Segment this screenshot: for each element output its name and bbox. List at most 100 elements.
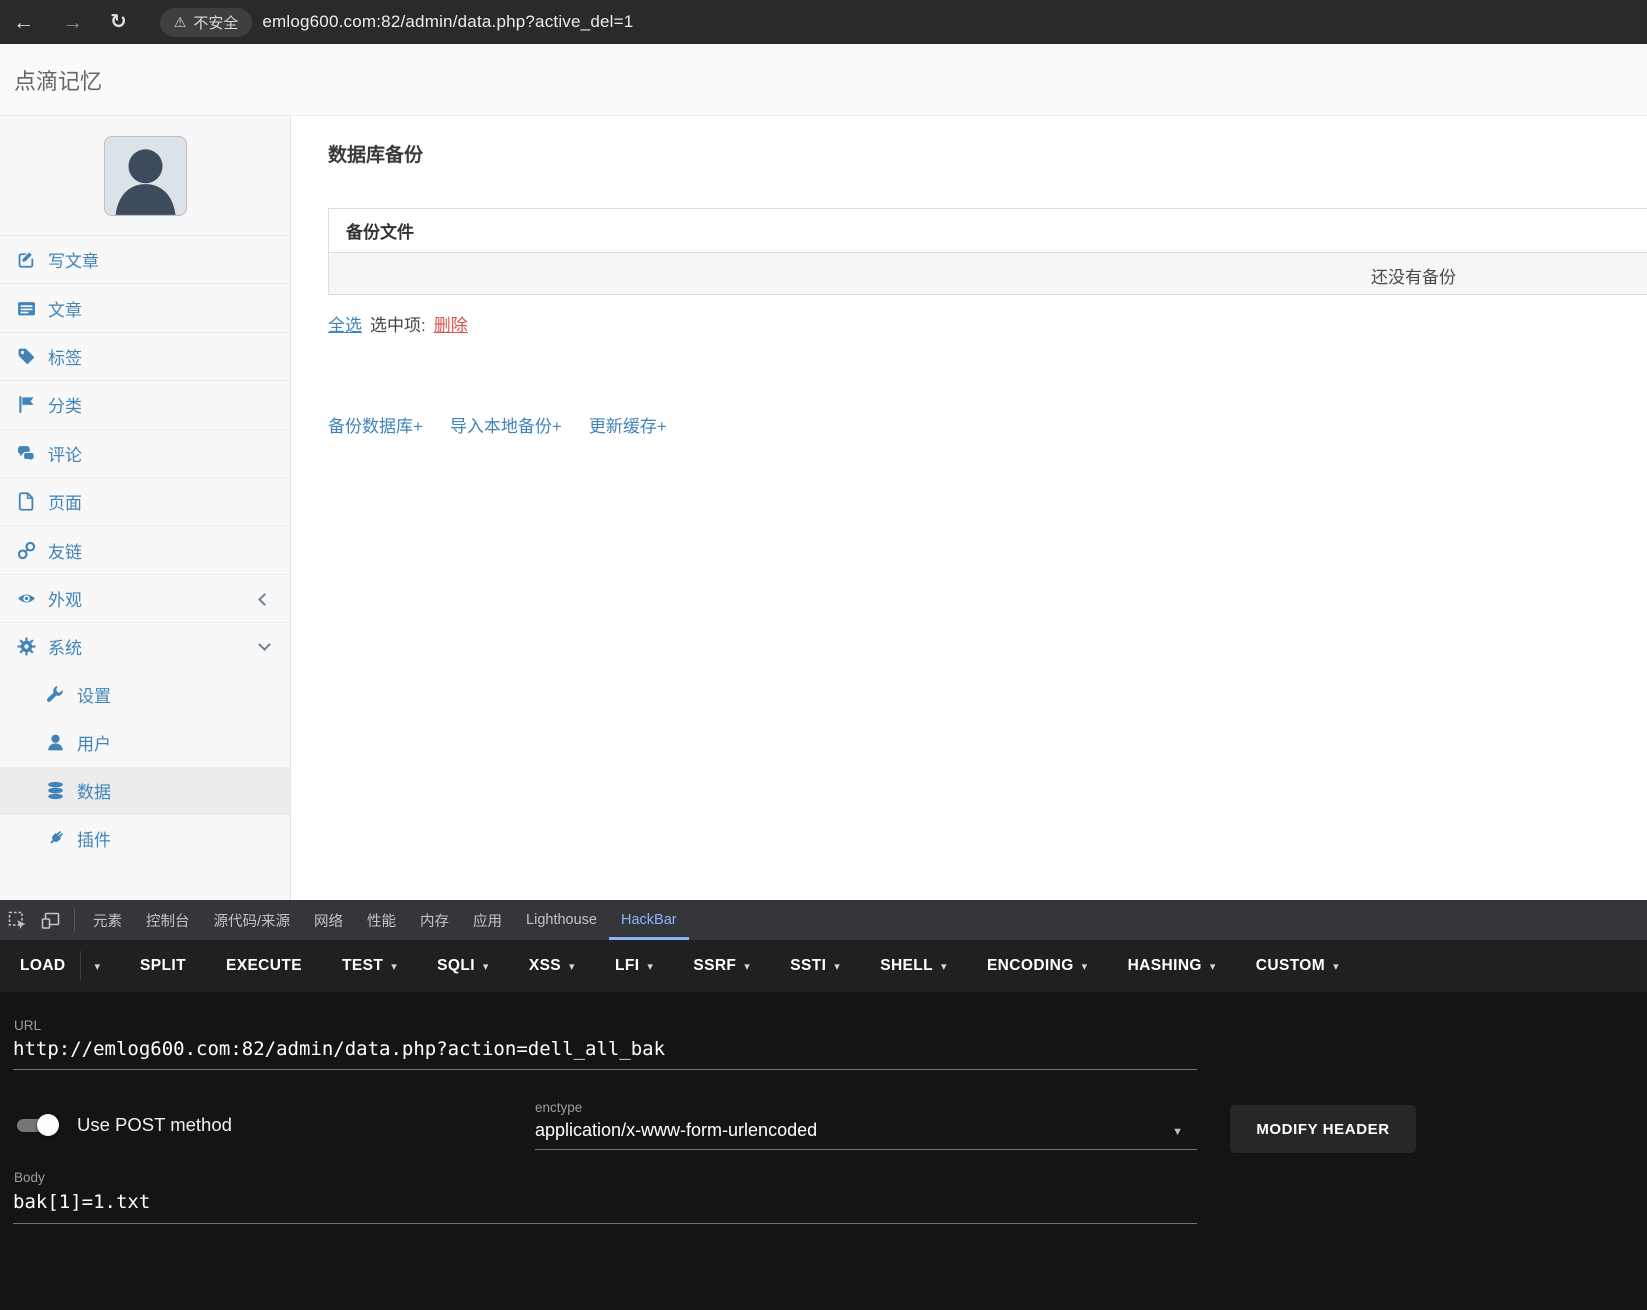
tab-sources[interactable]: 源代码/来源: [202, 900, 303, 940]
back-icon[interactable]: ←: [13, 12, 34, 33]
caret-down-icon[interactable]: ▾: [95, 960, 101, 973]
sidebar-item-pages[interactable]: 页面: [0, 476, 290, 525]
page-icon: [15, 492, 37, 511]
use-post-toggle[interactable]: [14, 1112, 60, 1138]
sidebar-subitem-plugins[interactable]: 插件: [0, 815, 290, 863]
modify-header-button[interactable]: MODIFY HEADER: [1230, 1105, 1416, 1153]
menu-custom[interactable]: CUSTOM ▾: [1256, 957, 1339, 975]
menu-lfi[interactable]: LFI ▾: [615, 957, 653, 975]
sidebar-item-appearance[interactable]: 外观: [0, 573, 290, 622]
menu-ssrf[interactable]: SSRF ▾: [693, 957, 750, 975]
backup-database-link[interactable]: 备份数据库+: [328, 412, 423, 437]
system-gear-icon: [15, 637, 37, 656]
sidebar-subitem-settings[interactable]: 设置: [0, 671, 290, 719]
enctype-select[interactable]: application/x-www-form-urlencoded ▼: [535, 1120, 1197, 1150]
menu-label: SSTI: [790, 957, 827, 974]
menu-label: SQLI: [437, 957, 475, 974]
devtools-tabbar: 元素 控制台 源代码/来源 网络 性能 内存 应用 Lighthouse Hac…: [0, 900, 1647, 940]
menu-test[interactable]: TEST ▾: [342, 957, 397, 975]
menu-xss[interactable]: XSS ▾: [529, 957, 575, 975]
menu-execute[interactable]: EXECUTE: [226, 957, 302, 975]
sidebar-item-label: 写文章: [48, 252, 99, 272]
refresh-cache-link[interactable]: 更新缓存+: [589, 412, 667, 437]
select-all-link[interactable]: 全选: [328, 311, 362, 336]
empty-state-text: 还没有备份: [1371, 268, 1456, 287]
sidebar-item-links[interactable]: 友链: [0, 525, 290, 573]
plugin-icon: [44, 829, 66, 848]
security-badge[interactable]: ⚠ 不安全: [159, 7, 253, 37]
menu-label: HASHING: [1127, 957, 1202, 974]
caret-down-icon: ▾: [647, 960, 654, 973]
address-url[interactable]: emlog600.com:82/admin/data.php?active_de…: [262, 12, 633, 32]
caret-down-icon: ▾: [1333, 960, 1340, 973]
caret-down-icon: ▾: [834, 960, 841, 973]
sidebar-item-articles[interactable]: 文章: [0, 283, 290, 331]
table-header-cell: 备份文件: [329, 209, 1647, 253]
comments-icon: [15, 444, 37, 463]
caret-down-icon: ▾: [744, 960, 751, 973]
sidebar-subitem-data[interactable]: 数据: [0, 766, 290, 815]
sidebar-item-label: 分类: [48, 397, 82, 417]
sidebar-item-label: 标签: [48, 348, 82, 368]
menu-hashing[interactable]: HASHING ▾: [1128, 957, 1216, 975]
sidebar-item-label: 用户: [77, 735, 111, 755]
menu-label: ENCODING: [986, 957, 1074, 974]
menu-split[interactable]: SPLIT: [140, 957, 186, 975]
selection-toolbar: 全选 选中项: 删除: [328, 311, 468, 336]
tab-hackbar[interactable]: HackBar: [608, 900, 689, 940]
tab-application[interactable]: 应用: [461, 900, 514, 940]
tab-elements[interactable]: 元素: [81, 900, 134, 940]
page-title: 数据库备份: [328, 145, 424, 166]
forward-icon[interactable]: →: [62, 12, 83, 33]
caret-down-icon: ▾: [482, 960, 489, 973]
url-label: URL: [14, 1018, 42, 1033]
selected-label: 选中项:: [370, 316, 426, 335]
menu-label: TEST: [341, 957, 384, 974]
sidebar-item-write-post[interactable]: 写文章: [0, 235, 290, 283]
tab-performance[interactable]: 性能: [355, 900, 408, 940]
url-input[interactable]: http://emlog600.com:82/admin/data.php?ac…: [13, 1038, 1197, 1070]
warning-icon: ⚠: [173, 13, 187, 30]
tab-network[interactable]: 网络: [302, 900, 355, 940]
post-method-row: Use POST method: [14, 1112, 232, 1138]
avatar: [103, 135, 187, 216]
site-header: 点滴记忆: [0, 44, 1647, 116]
refresh-icon[interactable]: ↻: [110, 12, 127, 32]
enctype-label: enctype: [535, 1100, 583, 1115]
delete-link[interactable]: 删除: [434, 311, 468, 336]
caret-down-icon: ▾: [1209, 960, 1216, 973]
body-input[interactable]: bak[1]=1.txt: [13, 1191, 1197, 1224]
menu-label: SHELL: [880, 957, 934, 974]
inspect-element-icon[interactable]: [0, 900, 34, 940]
devtools-panel: 元素 控制台 源代码/来源 网络 性能 内存 应用 Lighthouse Hac…: [0, 900, 1647, 1310]
sidebar-item-comments[interactable]: 评论: [0, 428, 290, 477]
sidebar-item-tags[interactable]: 标签: [0, 331, 290, 380]
tab-memory[interactable]: 内存: [408, 900, 461, 940]
menu-sqli[interactable]: SQLI ▾: [437, 957, 489, 975]
backup-table: 备份文件 还没有备份: [328, 208, 1647, 295]
database-icon: [44, 781, 66, 800]
compose-icon: [15, 250, 37, 269]
device-toolbar-icon[interactable]: [34, 900, 68, 940]
sidebar-item-system[interactable]: 系统: [0, 622, 290, 670]
menu-encoding[interactable]: ENCODING ▾: [987, 957, 1088, 975]
sidebar-item-label: 数据: [77, 783, 111, 803]
import-local-backup-link[interactable]: 导入本地备份+: [450, 412, 562, 437]
menu-load[interactable]: LOAD: [20, 957, 66, 975]
security-label: 不安全: [193, 14, 239, 32]
tab-console[interactable]: 控制台: [134, 900, 202, 940]
settings-wrench-icon: [44, 685, 66, 704]
use-post-label: Use POST method: [77, 1114, 232, 1135]
tab-lighthouse[interactable]: Lighthouse: [514, 900, 609, 940]
toolbar-divider: [74, 908, 75, 932]
menu-shell[interactable]: SHELL ▾: [880, 957, 947, 975]
sidebar-item-categories[interactable]: 分类: [0, 380, 290, 428]
dropdown-arrow-icon: ▼: [1172, 1126, 1183, 1138]
sidebar-subitem-users[interactable]: 用户: [0, 719, 290, 767]
menu-label: SSRF: [693, 957, 737, 974]
avatar-wrap: [0, 116, 290, 235]
caret-down-icon: ▾: [569, 960, 575, 973]
site-title[interactable]: 点滴记忆: [14, 64, 102, 96]
menu-ssti[interactable]: SSTI ▾: [790, 957, 840, 975]
body-label: Body: [14, 1170, 45, 1185]
